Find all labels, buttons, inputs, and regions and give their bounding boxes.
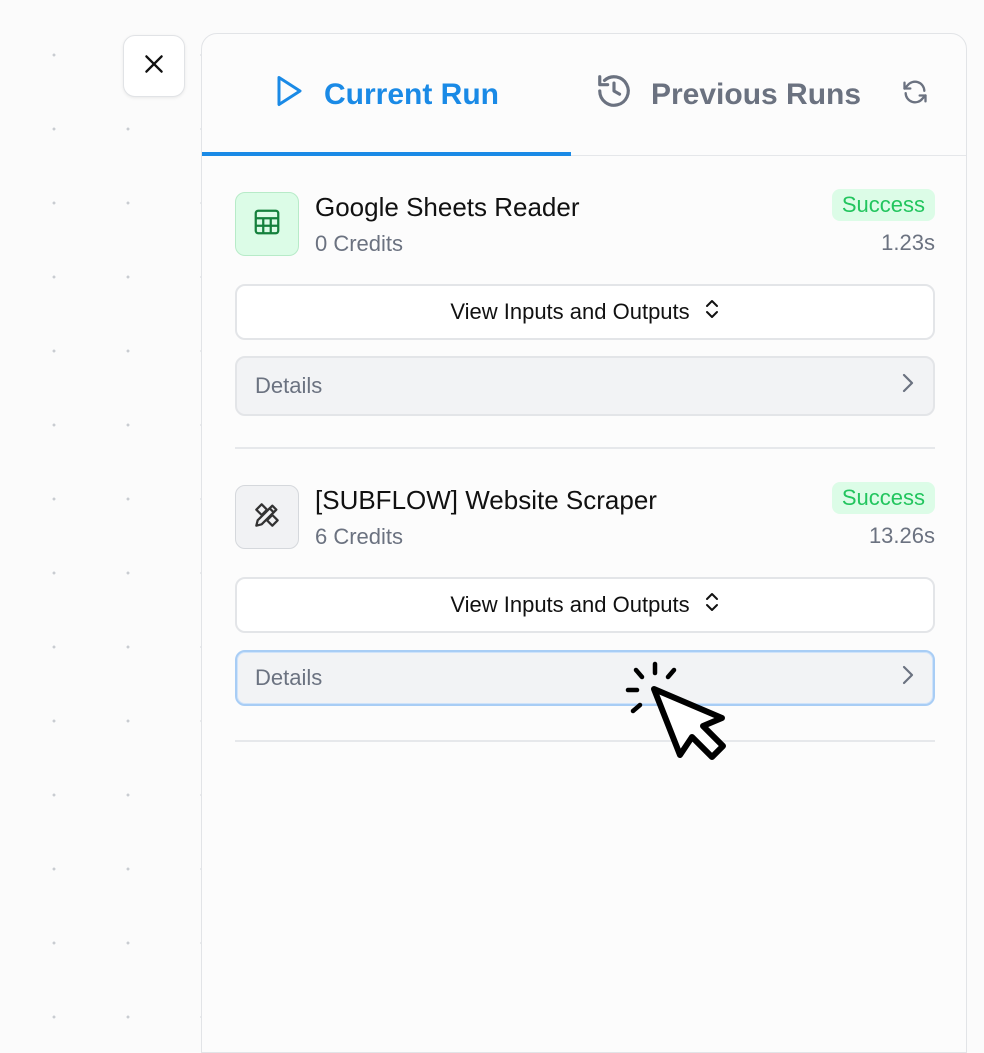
close-icon	[141, 51, 167, 82]
chevron-up-down-icon	[704, 591, 720, 619]
run-panel: Current Run Previous Runs Google Sheets …	[201, 33, 967, 1053]
tab-bar: Current Run Previous Runs	[202, 34, 966, 156]
tab-current-run-label: Current Run	[324, 78, 499, 111]
tab-current-run[interactable]: Current Run	[270, 34, 499, 156]
view-inputs-outputs-button[interactable]: View Inputs and Outputs	[235, 577, 935, 633]
history-icon	[595, 72, 633, 118]
view-inputs-outputs-label: View Inputs and Outputs	[450, 299, 690, 324]
tools-icon	[251, 499, 283, 536]
details-label: Details	[255, 373, 323, 398]
play-icon	[270, 72, 306, 118]
tab-previous-runs-label: Previous Runs	[651, 78, 862, 111]
divider	[235, 447, 935, 449]
close-button[interactable]	[123, 35, 185, 97]
divider	[235, 740, 935, 742]
chevron-right-icon	[901, 372, 915, 400]
chevron-right-icon	[901, 664, 915, 692]
chevron-up-down-icon	[704, 298, 720, 326]
run-duration: 13.26s	[868, 523, 935, 548]
node-credits: 6 Credits	[315, 524, 404, 549]
node-title: Google Sheets Reader	[315, 192, 580, 222]
node-icon-box	[235, 192, 299, 256]
view-inputs-outputs-label: View Inputs and Outputs	[450, 592, 690, 617]
active-tab-indicator	[202, 152, 571, 156]
spreadsheet-icon	[252, 207, 282, 242]
node-icon-box	[235, 485, 299, 549]
node-credits: 0 Credits	[315, 231, 404, 256]
node-title: [SUBFLOW] Website Scraper	[315, 485, 657, 515]
status-badge: Success	[831, 189, 935, 221]
run-duration: 1.23s	[881, 230, 935, 255]
tab-previous-runs[interactable]: Previous Runs	[595, 34, 861, 156]
details-button[interactable]: Details	[235, 650, 935, 706]
view-inputs-outputs-button[interactable]: View Inputs and Outputs	[235, 284, 935, 340]
details-button[interactable]: Details	[235, 356, 935, 416]
refresh-icon	[901, 78, 929, 111]
details-label: Details	[255, 665, 323, 690]
refresh-button[interactable]	[899, 78, 931, 110]
status-badge: Success	[831, 482, 935, 514]
